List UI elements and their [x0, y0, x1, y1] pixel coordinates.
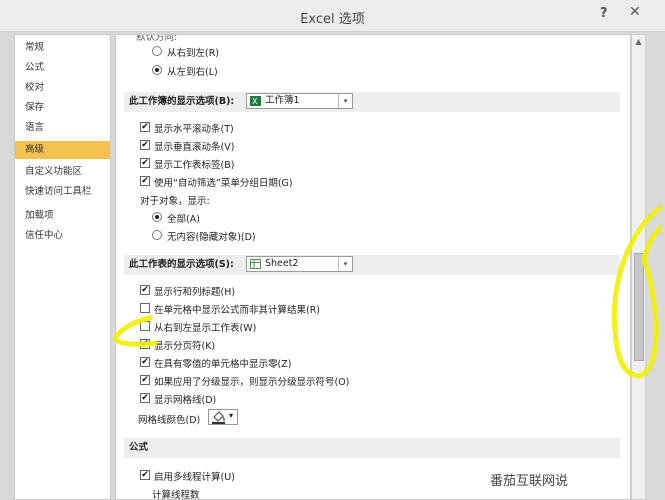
watermark: 番茄互联网说	[490, 474, 569, 489]
help-button[interactable]: ?	[600, 6, 608, 21]
checkbox-show-hscroll[interactable]: ✔	[140, 122, 150, 132]
label-show-formulas: 在单元格中显示公式而非其计算结果(R)	[154, 305, 321, 316]
chevron-down-icon: ▾	[338, 257, 352, 271]
workbook-select-value: 工作簿1	[265, 95, 300, 106]
radio-rtl[interactable]	[152, 46, 162, 56]
workbook-display-label: 此工作簿的显示选项(B):	[129, 96, 235, 107]
checkbox-group-dates[interactable]: ✔	[140, 176, 150, 186]
sidebar-item-customize-ribbon[interactable]: 自定义功能区	[15, 163, 110, 181]
gridline-color-label: 网格线颜色(D)	[138, 415, 201, 426]
excel-workbook-icon: X	[250, 96, 261, 106]
sidebar-item-add-ins[interactable]: 加载项	[15, 207, 110, 225]
options-content-panel: 默认方向: 从右到左(R) 从左到右(L) 此工作簿的显示选项(B): X 工作…	[115, 34, 631, 500]
svg-text:X: X	[252, 97, 258, 106]
sheet-display-header: 此工作表的显示选项(S):	[124, 255, 620, 275]
sidebar-item-formulas[interactable]: 公式	[15, 59, 110, 77]
checkbox-show-headers[interactable]: ✔	[140, 285, 150, 295]
annotation-circle-icon	[611, 205, 663, 379]
direction-heading: 默认方向:	[136, 34, 178, 43]
sheet-select[interactable]: Sheet2 ▾	[246, 256, 353, 272]
sheet-display-label: 此工作表的显示选项(S):	[129, 259, 234, 270]
sidebar-item-general[interactable]: 常规	[15, 39, 110, 57]
sidebar-item-quick-access-toolbar[interactable]: 快速访问工具栏	[15, 183, 110, 201]
checkbox-show-sheet-tabs[interactable]: ✔	[140, 158, 150, 168]
sidebar-item-proofing[interactable]: 校对	[15, 79, 110, 97]
options-sidebar: 常规 公式 校对 保存 语言 高级 自定义功能区 快速访问工具栏 加载项 信任中…	[14, 34, 111, 500]
checkbox-multithread[interactable]: ✔	[140, 470, 150, 480]
sidebar-item-save[interactable]: 保存	[15, 99, 110, 117]
radio-ltr[interactable]	[152, 65, 162, 75]
gridline-color-button[interactable]: ▾	[208, 409, 238, 425]
paint-bucket-icon	[212, 411, 225, 424]
sidebar-item-advanced[interactable]: 高级	[15, 141, 110, 159]
annotation-check-mark-icon	[113, 315, 158, 347]
radio-hide-objects[interactable]	[152, 230, 162, 240]
label-show-zeros: 在具有零值的单元格中显示零(Z)	[154, 359, 292, 370]
radio-hide-objects-label: 无内容(隐藏对象)(D)	[167, 232, 256, 243]
radio-rtl-label: 从右到左(R)	[167, 48, 220, 59]
label-show-sheet-tabs: 显示工作表标签(B)	[154, 160, 235, 171]
scroll-up-arrow-icon[interactable]: ▲	[632, 35, 645, 49]
close-button[interactable]: ✕	[629, 4, 641, 20]
radio-show-all[interactable]	[152, 212, 162, 222]
label-show-page-breaks: 显示分页符(K)	[154, 341, 216, 352]
radio-ltr-label: 从左到右(L)	[167, 67, 218, 78]
radio-show-all-label: 全部(A)	[167, 214, 200, 225]
label-multithread: 启用多线程计算(U)	[154, 472, 235, 483]
sheet-icon	[250, 259, 261, 269]
workbook-select[interactable]: X 工作簿1 ▾	[246, 93, 353, 109]
sidebar-item-language[interactable]: 语言	[15, 119, 110, 137]
window-title: Excel 选项	[300, 12, 365, 27]
label-show-gridlines: 显示网格线(D)	[154, 395, 217, 406]
label-show-hscroll: 显示水平滚动条(T)	[154, 124, 234, 135]
label-right-to-left: 从右到左显示工作表(W)	[154, 323, 257, 334]
label-show-outline-symbols: 如果应用了分级显示，则显示分级显示符号(O)	[154, 377, 350, 388]
title-bar: Excel 选项 ? ✕	[0, 0, 665, 32]
thread-count-label: 计算线程数	[152, 490, 200, 500]
chevron-down-icon: ▾	[229, 411, 234, 420]
checkbox-show-outline-symbols[interactable]: ✔	[140, 375, 150, 385]
formulas-header-label: 公式	[129, 442, 149, 453]
checkbox-show-gridlines[interactable]: ✔	[140, 393, 150, 403]
sidebar-item-trust-center[interactable]: 信任中心	[15, 227, 110, 245]
objects-label: 对于对象，显示:	[140, 196, 210, 207]
chevron-down-icon: ▾	[338, 94, 352, 108]
workbook-display-header: 此工作簿的显示选项(B):	[124, 92, 620, 112]
formulas-header: 公式	[124, 438, 620, 458]
label-show-vscroll: 显示垂直滚动条(V)	[154, 142, 235, 153]
checkbox-show-vscroll[interactable]: ✔	[140, 140, 150, 150]
label-group-dates: 使用“自动筛选”菜单分组日期(G)	[154, 178, 293, 189]
label-show-headers: 显示行和列标题(H)	[154, 287, 236, 298]
sheet-select-value: Sheet2	[265, 258, 299, 269]
